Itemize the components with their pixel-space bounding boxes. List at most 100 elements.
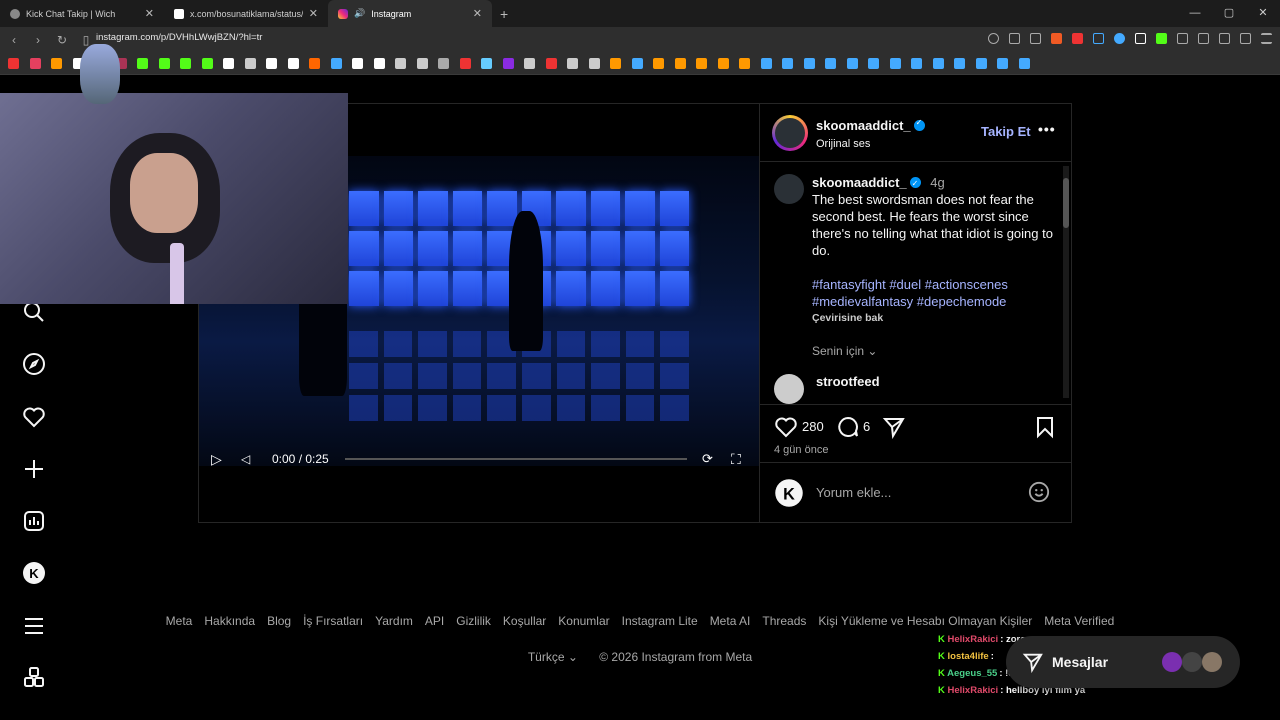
bookmark-icon[interactable] xyxy=(954,58,965,69)
cast-icon[interactable] xyxy=(1009,33,1020,44)
volume-icon[interactable]: ◁ xyxy=(241,452,250,466)
bookmark-icon[interactable] xyxy=(545,58,557,69)
audio-label[interactable]: Orijinal ses xyxy=(816,138,925,150)
author-avatar[interactable] xyxy=(772,115,808,151)
footer-link[interactable]: Gizlilik xyxy=(456,614,491,628)
url-field[interactable]: instagram.com/p/DVHhLWwjBZN/?hl=tr xyxy=(96,32,262,43)
bookmark-icon[interactable] xyxy=(416,58,428,69)
bookmark-icon[interactable] xyxy=(868,58,879,69)
bookmark-icon[interactable] xyxy=(610,58,621,69)
profile-avatar-icon[interactable]: K xyxy=(22,561,46,585)
apps-icon[interactable] xyxy=(22,666,46,690)
footer-link[interactable]: Threads xyxy=(762,614,806,628)
bookmark-icon[interactable] xyxy=(309,58,320,69)
bookmark-icon[interactable] xyxy=(674,58,686,69)
bookmark-icon[interactable] xyxy=(567,58,578,69)
commenter-avatar[interactable] xyxy=(774,374,804,404)
bookmark-icon[interactable] xyxy=(158,58,170,69)
share-icon[interactable] xyxy=(1030,33,1041,44)
footer-link[interactable]: Meta AI xyxy=(710,614,751,628)
bookmark-icon[interactable] xyxy=(502,58,514,69)
footer-link[interactable]: Konumlar xyxy=(558,614,609,628)
bookmark-icon[interactable] xyxy=(631,58,643,69)
bookmark-icon[interactable] xyxy=(696,58,707,69)
bookmark-icon[interactable] xyxy=(782,58,793,69)
footer-link[interactable]: Yardım xyxy=(375,614,413,628)
tab-kick-chat[interactable]: Kick Chat Takip | Wich ✕ xyxy=(0,0,164,27)
bookmark-icon[interactable] xyxy=(180,58,191,69)
tab-instagram[interactable]: 🔊 Instagram ✕ xyxy=(328,0,492,27)
comment-input[interactable]: Yorum ekle... xyxy=(816,485,891,500)
bookmark-icon[interactable] xyxy=(201,58,213,69)
extension-icon[interactable] xyxy=(1093,33,1104,44)
close-tab-icon[interactable]: ✕ xyxy=(473,7,482,20)
save-icon[interactable] xyxy=(1033,415,1057,439)
caption-username[interactable]: skoomaaddict_ xyxy=(812,175,907,190)
extension-icon[interactable] xyxy=(1156,33,1167,44)
explore-icon[interactable] xyxy=(22,352,46,376)
like-icon[interactable] xyxy=(774,415,798,439)
bookmark-icon[interactable] xyxy=(588,58,600,69)
commenter-username[interactable]: strootfeed xyxy=(816,374,880,389)
footer-link[interactable]: Koşullar xyxy=(503,614,546,628)
extension-icon[interactable] xyxy=(1114,33,1125,44)
bookmark-icon[interactable] xyxy=(330,58,342,69)
follow-button[interactable]: Takip Et xyxy=(981,124,1031,139)
footer-link[interactable]: Hakkında xyxy=(204,614,255,628)
footer-link[interactable]: API xyxy=(425,614,444,628)
back-icon[interactable]: ‹ xyxy=(4,33,24,47)
hashtags-line[interactable]: #medievalfantasy #depechemode xyxy=(812,293,1057,310)
bookmark-icon[interactable] xyxy=(223,58,234,69)
bookmark-icon[interactable] xyxy=(825,58,836,69)
video-progress-bar[interactable] xyxy=(345,458,687,460)
share-icon[interactable] xyxy=(882,415,906,439)
for-you-dropdown[interactable]: Senin için ⌄ xyxy=(812,343,1057,360)
bookmark-icon[interactable] xyxy=(395,58,406,69)
bookmark-icon[interactable] xyxy=(137,58,148,69)
more-options-icon[interactable]: ••• xyxy=(1038,121,1056,137)
extension-icon[interactable] xyxy=(1177,33,1188,44)
fullscreen-icon[interactable]: ⛶ xyxy=(731,451,741,468)
bookmark-icon[interactable] xyxy=(889,58,901,69)
messages-button[interactable]: Mesajlar xyxy=(1006,636,1240,688)
bookmark-icon[interactable] xyxy=(975,58,987,69)
brave-shield-icon[interactable] xyxy=(1051,33,1062,44)
bookmark-icon[interactable] xyxy=(8,58,19,69)
bookmark-icon[interactable] xyxy=(846,58,858,69)
footer-link[interactable]: İş Fırsatları xyxy=(303,614,363,628)
bookmark-icon[interactable] xyxy=(352,58,363,69)
heart-icon[interactable] xyxy=(22,405,46,429)
bookmark-icon[interactable] xyxy=(266,58,277,69)
bookmark-icon[interactable] xyxy=(760,58,772,69)
dashboard-icon[interactable] xyxy=(22,509,46,533)
minimize-icon[interactable]: — xyxy=(1178,0,1212,27)
footer-link[interactable]: Blog xyxy=(267,614,291,628)
playback-speed-icon[interactable]: ⟳ xyxy=(702,451,713,467)
bookmark-icon[interactable] xyxy=(911,58,922,69)
reload-icon[interactable]: ↻ xyxy=(52,33,72,47)
music-icon[interactable] xyxy=(1240,33,1251,44)
maximize-icon[interactable]: ▢ xyxy=(1212,0,1246,27)
bookmark-icon[interactable] xyxy=(459,58,471,69)
puzzle-icon[interactable] xyxy=(1198,33,1209,44)
tab-x-status[interactable]: x.com/bosunatiklama/status/20277... ✕ xyxy=(164,0,328,27)
translate-link[interactable]: Çevirisine bak xyxy=(812,310,1057,327)
close-tab-icon[interactable]: ✕ xyxy=(145,7,154,20)
bookmark-icon[interactable] xyxy=(29,58,41,69)
extension-icon[interactable] xyxy=(1135,33,1146,44)
forward-icon[interactable]: › xyxy=(28,33,48,47)
sidebar-icon[interactable] xyxy=(1219,33,1230,44)
create-icon[interactable] xyxy=(22,457,46,481)
bookmark-icon[interactable] xyxy=(653,58,664,69)
footer-link[interactable]: Meta Verified xyxy=(1044,614,1114,628)
author-username[interactable]: skoomaaddict_ xyxy=(816,118,911,133)
bookmark-icon[interactable] xyxy=(287,58,299,69)
new-tab-button[interactable]: + xyxy=(500,6,508,22)
zoom-icon[interactable] xyxy=(988,33,999,44)
close-window-icon[interactable]: ✕ xyxy=(1246,0,1280,27)
bookmark-icon[interactable] xyxy=(1018,58,1030,69)
play-icon[interactable]: ▷ xyxy=(211,451,222,468)
hashtags-line[interactable]: #fantasyfight #duel #actionscenes xyxy=(812,276,1057,293)
caption-avatar[interactable] xyxy=(774,174,804,204)
bookmark-icon[interactable] xyxy=(717,58,729,69)
